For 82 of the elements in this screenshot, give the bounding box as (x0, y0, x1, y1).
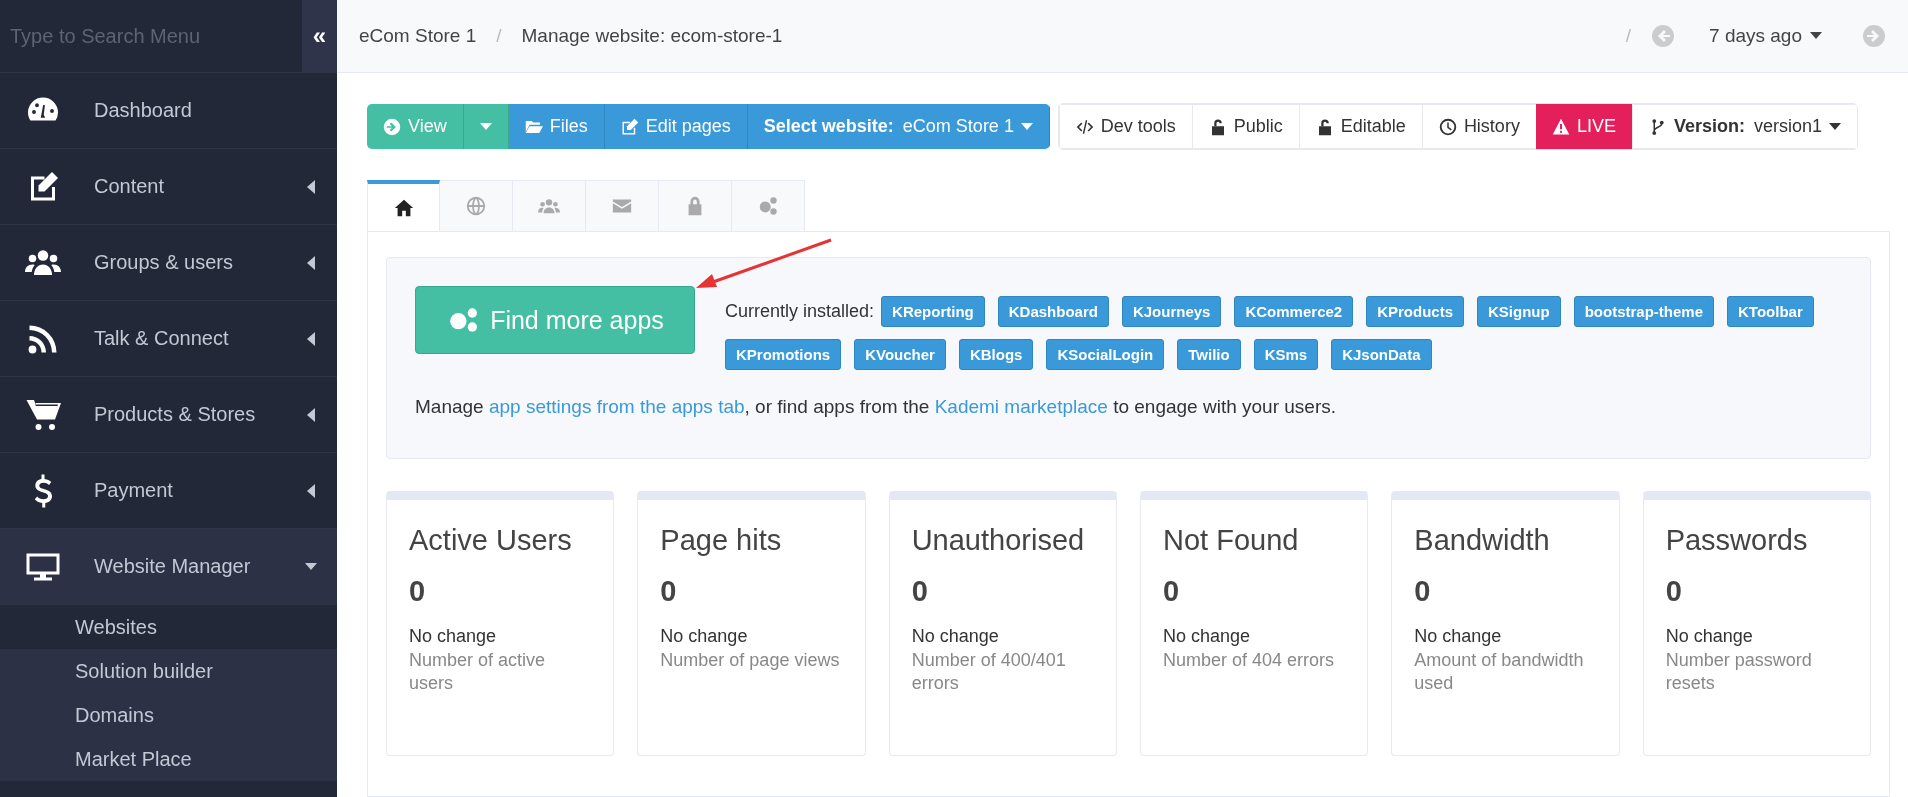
public-button[interactable]: Public (1191, 104, 1299, 149)
live-button[interactable]: LIVE (1535, 104, 1632, 149)
stat-description: Number of page views (660, 649, 841, 672)
breadcrumb-separator: / (496, 25, 502, 47)
app-tag: KToolbar (1727, 296, 1814, 327)
menu-item[interactable]: Products & Stores (0, 377, 337, 453)
stat-description: Number of 400/401 errors (911, 649, 1067, 696)
breadcrumb-separator: / (1625, 25, 1632, 47)
menu-item[interactable]: Content (0, 149, 337, 225)
menu-item[interactable]: Groups & users (0, 225, 337, 301)
caret-left-icon (305, 255, 317, 270)
caret-left-icon (305, 179, 317, 194)
dev-tools-button[interactable]: Dev tools (1058, 104, 1192, 149)
breadcrumb-item[interactable]: eCom Store 1 (359, 25, 477, 47)
editable-button[interactable]: Editable (1298, 104, 1422, 149)
previous-arrow-icon[interactable] (1651, 24, 1676, 48)
stat-change: No change (911, 626, 1000, 647)
stat-title: Page hits (660, 524, 783, 557)
stat-change: No change (660, 626, 749, 647)
menu-item[interactable]: Website Manager (0, 529, 337, 605)
stat-title: Active Users (409, 524, 573, 557)
app-tag: KVoucher (854, 339, 946, 370)
app-tag: KSignup (1477, 296, 1561, 327)
menu-item[interactable]: Talk & Connect (0, 301, 337, 377)
stat-title: Unauthorised (911, 524, 1086, 557)
app-tag: Twilio (1177, 339, 1241, 370)
stat-description: Number of active users (409, 649, 547, 696)
stat-value: 0 (660, 575, 678, 608)
menu-search-field[interactable]: Type to Search Menu (0, 0, 302, 72)
view-dropdown-button[interactable] (463, 104, 509, 149)
stat-value: 0 (911, 575, 929, 608)
caret-down-icon (1020, 121, 1033, 132)
app-tag: KSms (1253, 339, 1319, 370)
globe-icon (465, 195, 487, 217)
code-icon (1075, 117, 1094, 136)
app-tag: KSocialLogin (1046, 339, 1165, 370)
app-tag: KReporting (881, 296, 985, 327)
collapse-button[interactable]: « (302, 0, 337, 72)
stat-description: Number of 404 errors (1163, 649, 1336, 672)
app-tag: KCommerce2 (1234, 296, 1354, 327)
stat-change: No change (1665, 626, 1754, 647)
stat-title: Bandwidth (1414, 524, 1551, 557)
stat-value: 0 (1665, 575, 1683, 608)
stat-change: No change (1414, 626, 1503, 647)
stat-title: Not Found (1163, 524, 1300, 557)
app-tag: KJourneys (1121, 296, 1222, 327)
app-tag: KBlogs (958, 339, 1034, 370)
app-tag: KDashboard (997, 296, 1109, 327)
caret-down-icon (1829, 121, 1841, 132)
caret-down-icon (1810, 32, 1822, 40)
app-tag: KJsonData (1331, 339, 1432, 370)
version-dropdown[interactable]: Version: version1 (1631, 104, 1857, 149)
app-tag: KProducts (1366, 296, 1464, 327)
caret-left-icon (305, 483, 317, 498)
submenu-item[interactable]: Domains (0, 693, 337, 737)
clock-icon (1438, 117, 1457, 136)
submenu-item[interactable]: Market Place (0, 737, 337, 781)
stat-title: Passwords (1665, 524, 1809, 557)
submenu-item[interactable]: Solution builder (0, 649, 337, 693)
caret-down-icon (479, 121, 492, 132)
next-arrow-icon[interactable] (1862, 24, 1886, 48)
tab[interactable] (367, 180, 440, 232)
warning-icon (1551, 117, 1570, 136)
caret-left-icon (305, 407, 317, 422)
history-dropdown[interactable]: 7 days ago (1703, 24, 1828, 48)
breadcrumb-item: Manage website: ecom-store-1 (521, 25, 783, 47)
stat-change: No change (1163, 626, 1252, 647)
app-tag: KPromotions (725, 339, 842, 370)
stat-value: 0 (1414, 575, 1432, 608)
installed-label: Currently installed: (725, 301, 875, 322)
caret-left-icon (305, 331, 317, 346)
stat-change: No change (409, 626, 498, 647)
stat-description: Amount of bandwidth used (1414, 649, 1585, 696)
app-tag: bootstrap-theme (1573, 296, 1714, 327)
pencil-square-icon (620, 117, 639, 136)
history-button[interactable]: History (1421, 104, 1536, 149)
stat-value: 0 (1163, 575, 1181, 608)
apps-note: Manage app settings from the apps tab, or find apps from the Kademi marketplace to engage with your users. (415, 396, 1337, 418)
menu-item[interactable]: Dashboard (0, 73, 337, 149)
submenu-item[interactable]: Websites (0, 605, 337, 649)
stat-description: Number password resets (1665, 649, 1813, 696)
stat-value: 0 (409, 575, 427, 608)
